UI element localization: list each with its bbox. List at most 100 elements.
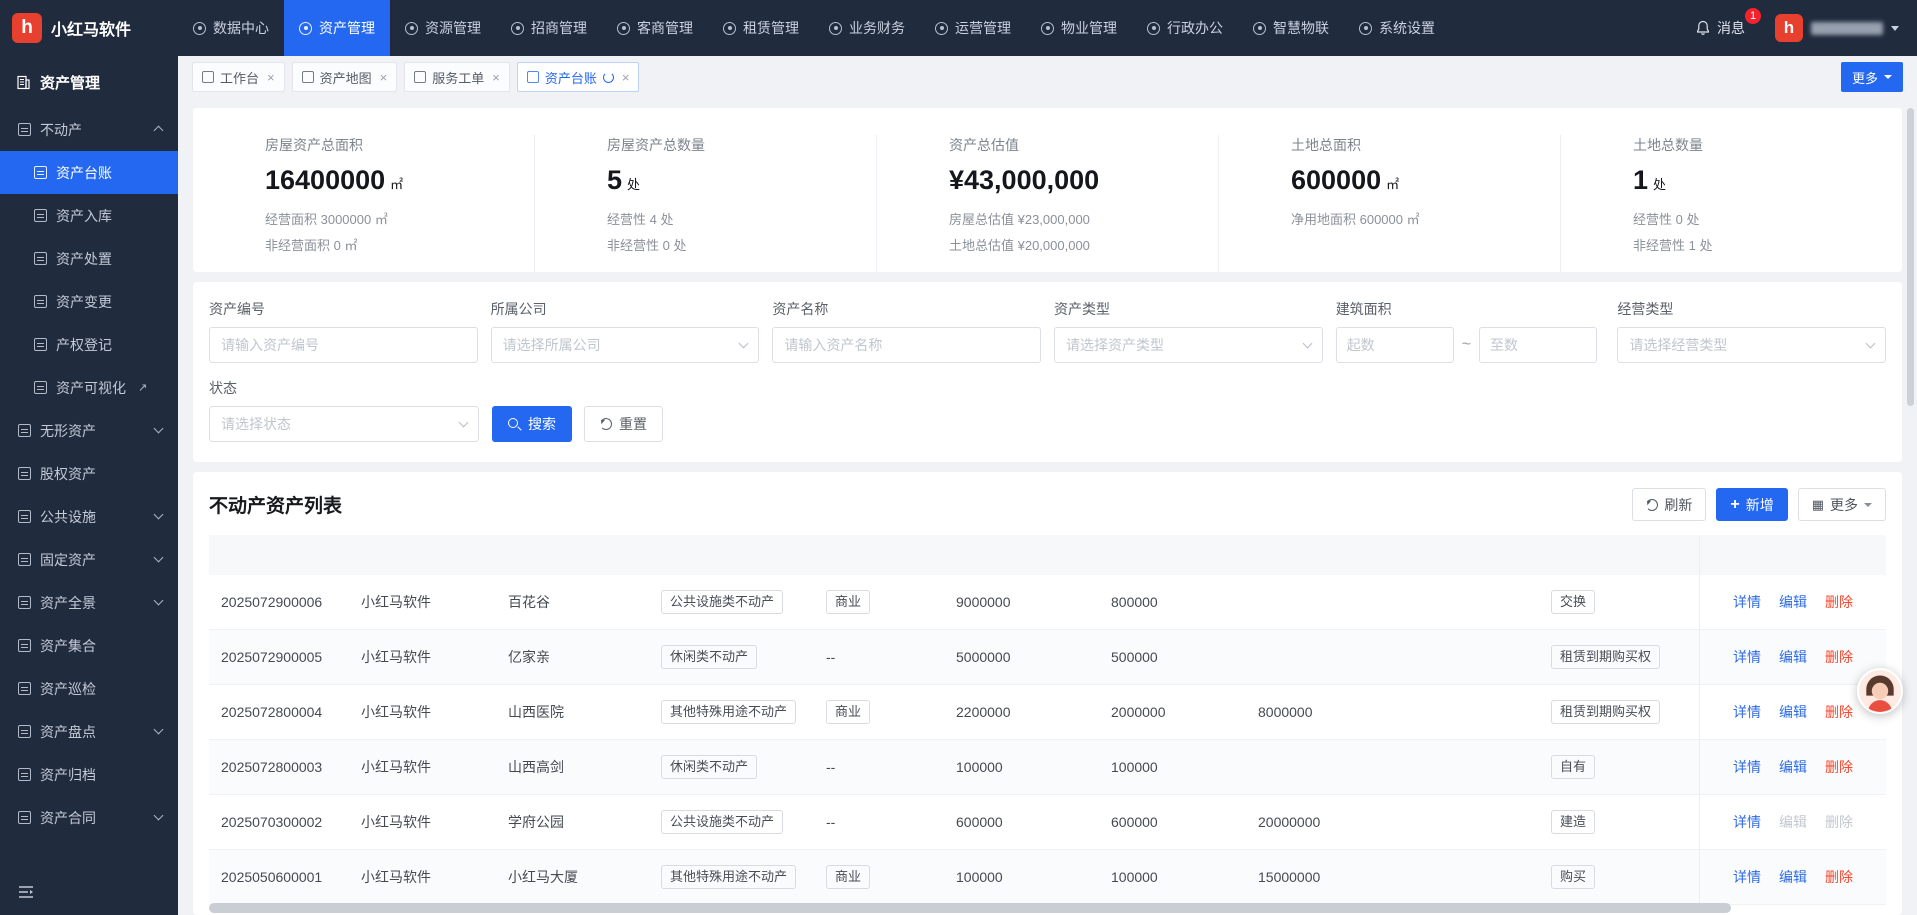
filter-select[interactable]: 请选择经营类型 [1617, 327, 1886, 363]
sidebar-item[interactable]: 资产全景 [0, 581, 178, 624]
messages-button[interactable]: 消息 1 [1695, 18, 1753, 38]
edit-link[interactable]: 编辑 [1779, 702, 1807, 722]
top-nav-item[interactable]: 招商管理 [496, 0, 602, 56]
edit-link[interactable]: 编辑 [1779, 592, 1807, 612]
tab-label: 工作台 [220, 68, 259, 87]
nav-item-label: 资产管理 [319, 18, 375, 38]
top-nav-item[interactable]: 物业管理 [1026, 0, 1132, 56]
detail-link[interactable]: 详情 [1733, 867, 1761, 887]
stat-subline: 经营性 0 处 [1633, 209, 1902, 228]
tab-label: 资产地图 [320, 68, 372, 87]
tab-close-icon[interactable]: × [267, 70, 275, 85]
filter-select[interactable]: 请选择资产类型 [1054, 327, 1323, 363]
sidebar-item[interactable]: 资产处置 [0, 237, 178, 280]
app-root: h 小红马软件 数据中心 资产管理 资源管理 招商管理 客商管理 租赁管理 业务… [0, 0, 1917, 915]
sidebar-item[interactable]: 资产入库 [0, 194, 178, 237]
table-row[interactable]: 2025072900006 小红马软件 百花谷 公共设施类不动产 商业 9000… [209, 575, 1886, 630]
refresh-button[interactable]: 刷新 [1632, 488, 1706, 521]
vertical-scrollbar-thumb[interactable] [1907, 108, 1914, 406]
page-tab[interactable]: 工作台 × [192, 62, 285, 92]
top-nav-item[interactable]: 运营管理 [920, 0, 1026, 56]
sidebar-item[interactable]: 产权登记 [0, 323, 178, 366]
detail-link[interactable]: 详情 [1733, 812, 1761, 832]
edit-link[interactable]: 编辑 [1779, 647, 1807, 667]
top-nav-item[interactable]: 数据中心 [178, 0, 284, 56]
horizontal-scrollbar-thumb[interactable] [209, 903, 1731, 913]
filter-input[interactable] [772, 327, 1041, 363]
sidebar-item[interactable]: 无形资产 [0, 409, 178, 452]
collapse-sidebar-button[interactable] [0, 869, 178, 915]
more-button[interactable]: ▦ 更多 [1798, 488, 1886, 521]
page-tab[interactable]: 资产台账 × [517, 62, 640, 92]
tab-refresh-icon[interactable] [603, 72, 614, 83]
sidebar-item[interactable]: 资产盘点 [0, 710, 178, 753]
table-row[interactable]: 2025072800004 小红马软件 山西医院 其他特殊用途不动产 商业 22… [209, 685, 1886, 740]
edit-link[interactable]: 编辑 [1779, 757, 1807, 777]
sidebar-item[interactable]: 股权资产 [0, 452, 178, 495]
range-max-input[interactable] [1479, 327, 1597, 363]
brand-name: 小红马软件 [51, 16, 131, 40]
add-button[interactable]: + 新增 [1716, 488, 1787, 521]
column-header [1699, 535, 1886, 575]
horizontal-scrollbar[interactable] [209, 903, 1882, 913]
tabs-more-button[interactable]: 更多 [1841, 62, 1903, 92]
delete-link[interactable]: 删除 [1825, 647, 1853, 667]
cell-operate-area: 600000 [1099, 814, 1246, 830]
edit-link[interactable]: 编辑 [1779, 867, 1807, 887]
edit-link[interactable]: 编辑 [1779, 812, 1807, 832]
page-tab[interactable]: 服务工单 × [404, 62, 510, 92]
delete-link[interactable]: 删除 [1825, 812, 1853, 832]
sidebar-item[interactable]: 资产合同 [0, 796, 178, 839]
table-row[interactable]: 2025072900005 小红马软件 亿家亲 休闲类不动产 -- 500000… [209, 630, 1886, 685]
filter-select[interactable]: 请选择状态 [209, 406, 479, 442]
top-nav-item[interactable]: 客商管理 [602, 0, 708, 56]
top-nav-item[interactable]: 业务财务 [814, 0, 920, 56]
sidebar-item[interactable]: 资产可视化 ↗ [0, 366, 178, 409]
sidebar-item[interactable]: 资产变更 [0, 280, 178, 323]
detail-link[interactable]: 详情 [1733, 592, 1761, 612]
sidebar-item[interactable]: 资产集合 [0, 624, 178, 667]
table-row[interactable]: 2025050600001 小红马软件 小红马大厦 其他特殊用途不动产 商业 1… [209, 850, 1886, 905]
top-nav-item[interactable]: 租赁管理 [708, 0, 814, 56]
top-nav-item[interactable]: 资产管理 [284, 0, 390, 56]
delete-link[interactable]: 删除 [1825, 702, 1853, 722]
stat-sublines: 经营性 0 处非经营性 1 处 [1633, 209, 1902, 254]
user-menu[interactable]: h [1775, 14, 1899, 42]
top-nav-item[interactable]: 智慧物联 [1238, 0, 1344, 56]
sidebar-item[interactable]: 固定资产 [0, 538, 178, 581]
cell-operate-area: 500000 [1099, 649, 1246, 665]
reset-icon [600, 418, 612, 430]
sidebar-item[interactable]: 不动产 [0, 108, 178, 151]
detail-link[interactable]: 详情 [1733, 702, 1761, 722]
delete-link[interactable]: 删除 [1825, 757, 1853, 777]
detail-link[interactable]: 详情 [1733, 757, 1761, 777]
table-row[interactable]: 2025072800003 小红马软件 山西高剑 休闲类不动产 -- 10000… [209, 740, 1886, 795]
chevron-down-icon [1302, 338, 1312, 348]
delete-link[interactable]: 删除 [1825, 592, 1853, 612]
menu-item-icon [18, 725, 31, 738]
range-min-input[interactable] [1336, 327, 1454, 363]
tab-close-icon[interactable]: × [622, 70, 630, 85]
sidebar-item[interactable]: 资产归档 [0, 753, 178, 796]
search-button[interactable]: 搜索 [492, 406, 572, 442]
reset-button[interactable]: 重置 [584, 406, 663, 442]
sidebar-item[interactable]: 资产巡检 [0, 667, 178, 710]
page-tab[interactable]: 资产地图 × [292, 62, 398, 92]
sidebar-item-label: 无形资产 [40, 421, 96, 441]
delete-link[interactable]: 删除 [1825, 867, 1853, 887]
assistant-float-button[interactable] [1857, 668, 1903, 714]
top-nav-item[interactable]: 资源管理 [390, 0, 496, 56]
list-header: 不动产资产列表 刷新 + 新增 ▦ [209, 488, 1886, 521]
top-nav-item[interactable]: 系统设置 [1344, 0, 1450, 56]
nav-item-icon [299, 22, 312, 35]
top-nav-item[interactable]: 行政办公 [1132, 0, 1238, 56]
filter-select[interactable]: 请选择所属公司 [491, 327, 760, 363]
sidebar-item[interactable]: 公共设施 [0, 495, 178, 538]
brand[interactable]: h 小红马软件 [0, 13, 178, 43]
detail-link[interactable]: 详情 [1733, 647, 1761, 667]
sidebar-item[interactable]: 资产台账 [0, 151, 178, 194]
table-row[interactable]: 2025070300002 小红马软件 学府公园 公共设施类不动产 -- 600… [209, 795, 1886, 850]
tab-close-icon[interactable]: × [380, 70, 388, 85]
filter-input[interactable] [209, 327, 478, 363]
tab-close-icon[interactable]: × [492, 70, 500, 85]
